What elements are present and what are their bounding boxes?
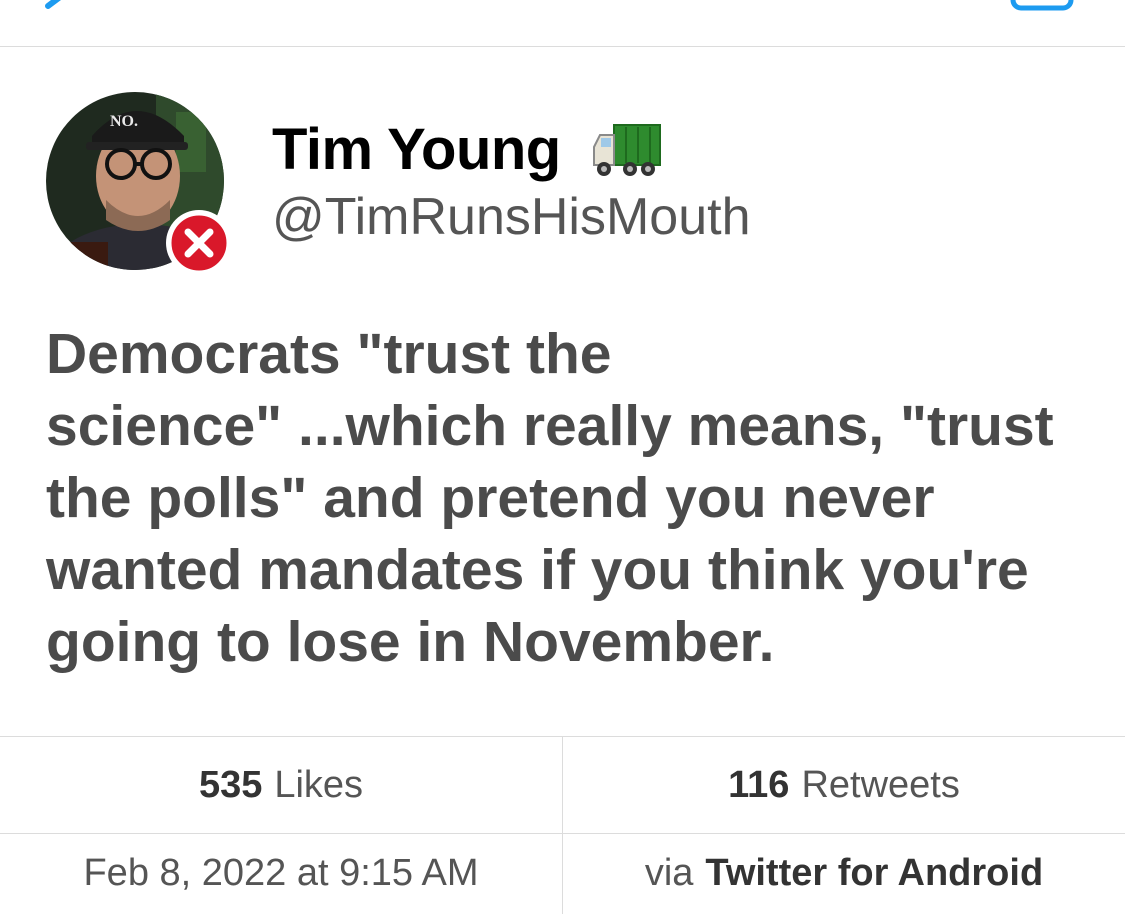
likes-count[interactable]: 535 Likes: [0, 737, 562, 833]
likes-number: 535: [198, 763, 263, 806]
truck-icon: [593, 124, 661, 176]
display-name[interactable]: Tim Young: [272, 116, 561, 183]
retweets-number: 116: [728, 763, 790, 806]
tweet-source: via Twitter for Android: [563, 832, 1125, 914]
client-name[interactable]: Twitter for Android: [705, 852, 1043, 895]
top-bar: [0, 0, 1125, 47]
red-x-icon: [166, 210, 232, 276]
user-handle[interactable]: @TimRunsHisMouth: [272, 187, 751, 247]
tweet-timestamp: Feb 8, 2022 at 9:15 AM: [83, 851, 479, 894]
avatar[interactable]: NO.: [46, 92, 232, 278]
tweet-text: Democrats "trust the science" ...which r…: [46, 322, 1054, 674]
compose-icon[interactable]: [1010, 0, 1074, 12]
likes-label: Likes: [274, 763, 364, 806]
retweets-label: Retweets: [801, 763, 960, 806]
svg-text:NO.: NO.: [110, 113, 138, 130]
via-label: via: [644, 851, 694, 894]
retweets-count[interactable]: 116 Retweets: [563, 737, 1125, 833]
chevron-left-icon[interactable]: [30, 0, 70, 14]
